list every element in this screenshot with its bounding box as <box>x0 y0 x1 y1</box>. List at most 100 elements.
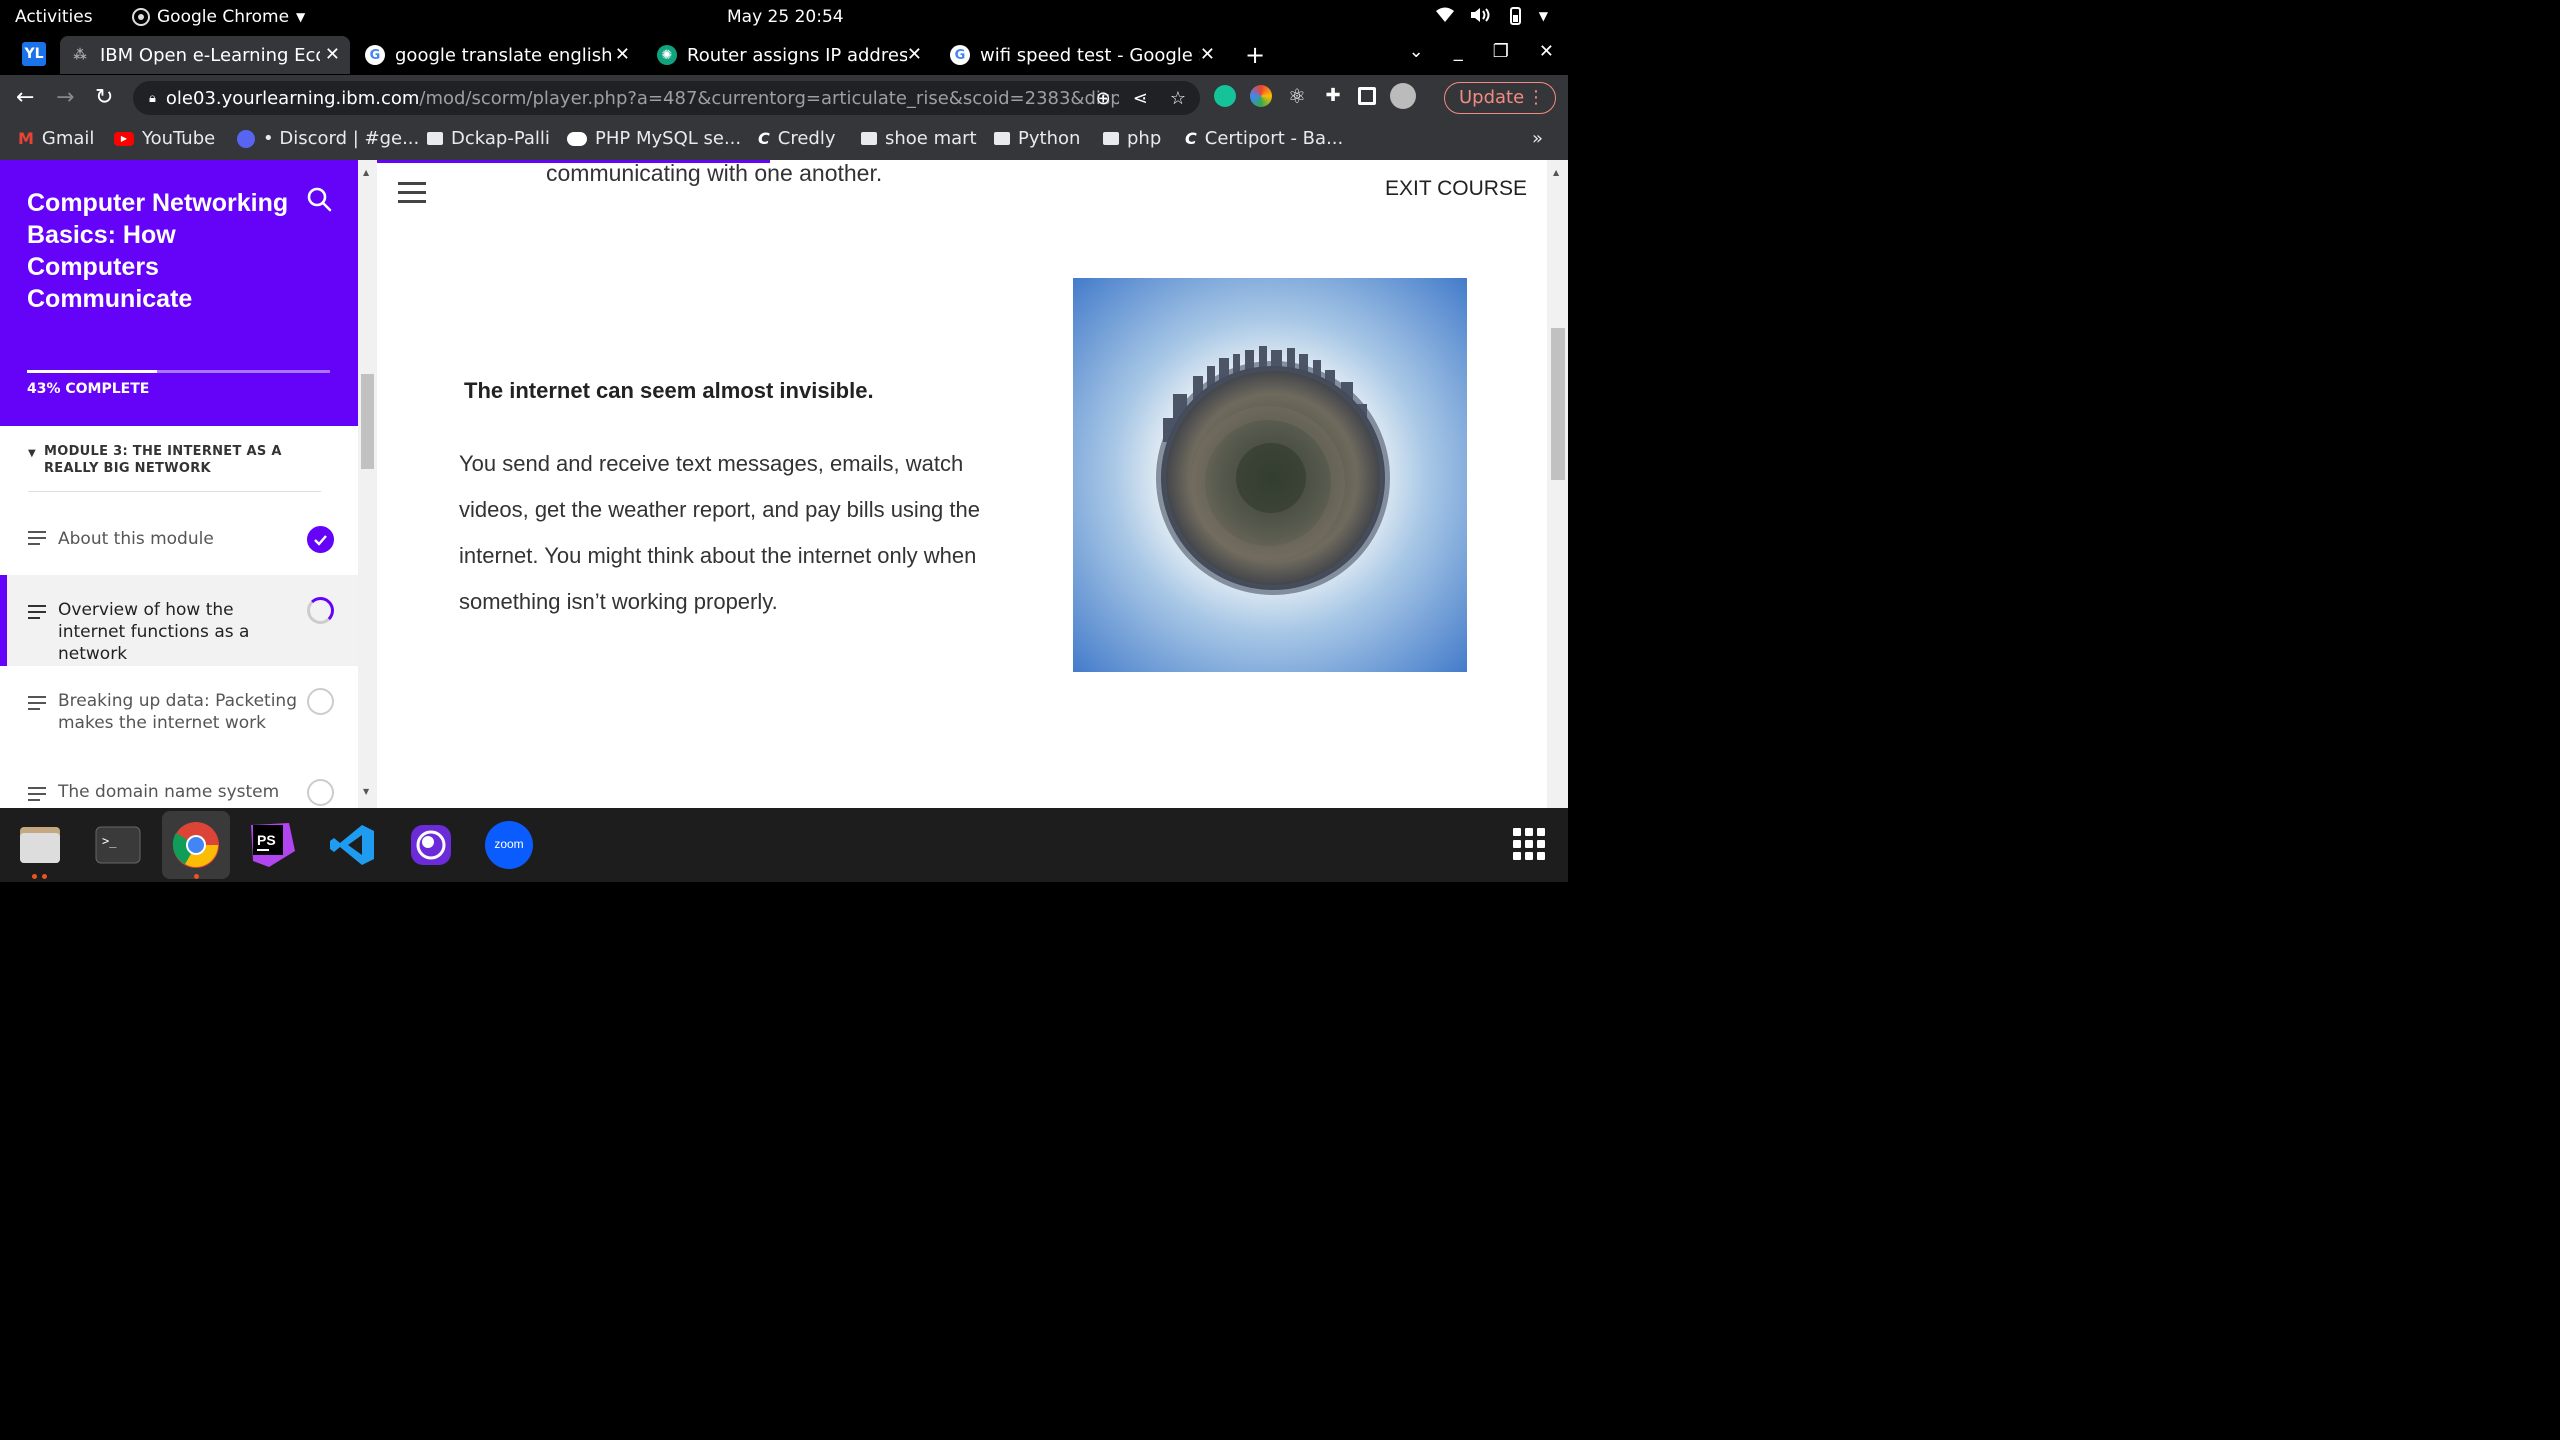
bookmark-certiport[interactable]: C Certiport - Ba... <box>1185 128 1343 149</box>
minimize-icon[interactable]: _ <box>1454 41 1463 62</box>
files-icon[interactable] <box>16 821 64 869</box>
caret-down-icon: ▼ <box>28 448 36 459</box>
update-button[interactable]: Update ⋮ <box>1444 82 1556 114</box>
extensions: ⚛ ✚ <box>1214 83 1416 109</box>
lesson-item-packeting[interactable]: Breaking up data: Packeting makes the in… <box>0 670 358 740</box>
tab-wifi-speed-test[interactable]: G wifi speed test - Google S ✕ <box>940 36 1225 74</box>
scroll-down-icon[interactable]: ▼ <box>363 787 369 796</box>
screen-recorder-icon[interactable] <box>407 821 455 869</box>
tab-label: Router assigns IP address <box>687 44 907 66</box>
activities-button[interactable]: Activities <box>15 7 93 27</box>
bookmark-gmail[interactable]: M Gmail <box>18 128 94 149</box>
lesson-item-about-module[interactable]: About this module <box>0 515 358 565</box>
volume-icon <box>1470 8 1490 22</box>
svg-text:>_: >_ <box>102 834 117 848</box>
tab-strip: YL ⁂ IBM Open e-Learning Ecos ✕ G google… <box>0 33 1568 75</box>
clock[interactable]: May 25 20:54 <box>727 7 844 27</box>
tab-router-ip[interactable]: ✺ Router assigns IP address ✕ <box>647 36 932 74</box>
scroll-up-icon[interactable]: ▲ <box>1553 168 1559 177</box>
sidebar-scrollbar[interactable]: ▲ ▼ <box>358 160 377 808</box>
color-picker-icon[interactable] <box>1250 85 1272 107</box>
tab-google-translate[interactable]: G google translate english t ✕ <box>355 36 640 74</box>
lesson-item-overview[interactable]: Overview of how the internet functions a… <box>0 575 358 666</box>
bookmark-label: Python <box>1018 128 1081 149</box>
gmail-icon: M <box>18 129 34 148</box>
vscode-icon[interactable] <box>328 821 376 869</box>
hamburger-menu-icon[interactable] <box>398 182 426 209</box>
bookmark-php-mysql[interactable]: PHP MySQL se... <box>567 128 741 149</box>
bookmarks-bar: M Gmail ▶ YouTube • Discord | #ge... Dck… <box>0 120 1568 160</box>
back-icon[interactable]: ← <box>16 85 34 110</box>
app-name: Google Chrome <box>157 7 290 27</box>
module-header[interactable]: ▼ MODULE 3: THE INTERNET AS A REALLY BIG… <box>28 443 318 477</box>
phpstorm-icon[interactable]: PS <box>249 821 297 869</box>
system-tray[interactable]: ▼ <box>1435 6 1548 26</box>
bookmark-python[interactable]: Python <box>994 128 1080 149</box>
side-panel-icon[interactable] <box>1358 87 1376 105</box>
battery-icon <box>1509 7 1521 25</box>
zoom-icon[interactable]: zoom <box>485 821 533 869</box>
not-started-icon <box>307 688 334 715</box>
folder-icon <box>861 132 877 145</box>
progress-label: 43% COMPLETE <box>27 381 150 397</box>
tiny-planet-city-image <box>1073 278 1467 672</box>
extensions-puzzle-icon[interactable]: ✚ <box>1322 85 1344 107</box>
bookmark-discord[interactable]: • Discord | #ge... <box>237 128 419 149</box>
reload-icon[interactable]: ↻ <box>95 85 113 110</box>
running-indicator <box>32 874 37 879</box>
avatar[interactable] <box>1390 83 1416 109</box>
address-bar[interactable]: 🔒︎ ole03.yourlearning.ibm.com /mod/scorm… <box>133 81 1200 115</box>
bookmark-dckap-palli[interactable]: Dckap-Palli <box>427 128 550 149</box>
bookmark-star-icon[interactable]: ☆ <box>1170 88 1186 109</box>
forward-icon[interactable]: → <box>56 85 74 110</box>
exit-course-button[interactable]: EXIT COURSE <box>1385 177 1527 201</box>
grammarly-icon[interactable] <box>1214 85 1236 107</box>
share-icon[interactable]: ⋖ <box>1133 88 1148 109</box>
bookmark-label: YouTube <box>142 128 216 149</box>
folder-icon <box>994 132 1010 145</box>
yourlearning-app-icon[interactable]: YL <box>22 42 46 66</box>
bookmark-label: php <box>1127 128 1162 149</box>
tab-search-icon[interactable]: ⌄ <box>1409 41 1424 62</box>
bookmark-php[interactable]: php <box>1103 128 1161 149</box>
bookmark-credly[interactable]: C Credly <box>758 128 835 149</box>
new-tab-button[interactable]: + <box>1245 41 1265 69</box>
checkmark-icon <box>307 526 334 553</box>
close-icon[interactable]: ✕ <box>615 44 630 65</box>
content-paragraph: You send and receive text messages, emai… <box>459 451 980 614</box>
ibm-favicon-icon: ⁂ <box>73 47 87 63</box>
running-indicator <box>194 874 199 879</box>
chrome-icon[interactable] <box>172 821 220 869</box>
scrollbar-thumb[interactable] <box>361 374 374 469</box>
react-devtools-icon[interactable]: ⚛ <box>1286 85 1308 107</box>
lock-icon[interactable]: 🔒︎ <box>149 91 156 106</box>
close-icon[interactable]: ✕ <box>1200 44 1215 65</box>
divider <box>28 491 321 492</box>
ubuntu-dock: >_ PS zoom <box>0 808 1568 882</box>
close-icon[interactable]: ✕ <box>325 44 340 65</box>
more-vert-icon: ⋮ <box>1527 87 1545 108</box>
close-icon[interactable]: ✕ <box>907 44 922 65</box>
show-applications-icon[interactable] <box>1513 828 1545 860</box>
bookmark-youtube[interactable]: ▶ YouTube <box>114 128 215 149</box>
terminal-icon[interactable]: >_ <box>94 821 142 869</box>
scrollbar-thumb[interactable] <box>1551 328 1565 480</box>
tab-ibm-elearning[interactable]: ⁂ IBM Open e-Learning Ecos ✕ <box>60 36 350 74</box>
lesson-item-dns[interactable]: The domain name system <box>0 775 358 808</box>
discord-icon <box>237 129 255 148</box>
bookmark-shoe-mart[interactable]: shoe mart <box>861 128 977 149</box>
chatgpt-favicon-icon: ✺ <box>657 45 677 65</box>
zoom-icon[interactable]: ⊕ <box>1096 88 1111 109</box>
bookmarks-overflow-button[interactable]: » <box>1532 128 1543 149</box>
tab-label: wifi speed test - Google S <box>980 44 1200 66</box>
zoom-label: zoom <box>494 837 524 851</box>
bookmark-label: shoe mart <box>885 128 977 149</box>
close-window-icon[interactable]: ✕ <box>1539 41 1554 62</box>
bookmark-label: Dckap-Palli <box>451 128 550 149</box>
page-scrollbar[interactable]: ▲ <box>1547 160 1568 808</box>
app-menu[interactable]: Google Chrome ▼ <box>132 7 305 27</box>
search-icon[interactable] <box>306 186 332 212</box>
not-started-icon <box>307 779 334 806</box>
scroll-up-icon[interactable]: ▲ <box>363 168 369 177</box>
restore-icon[interactable]: ❐ <box>1493 41 1509 62</box>
